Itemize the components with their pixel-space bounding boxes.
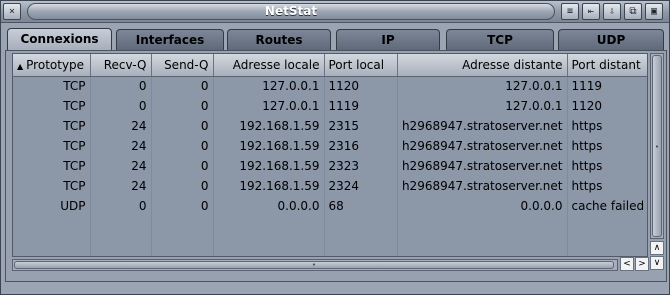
title-bar[interactable]: × NetStat ≡ ⇤ ⇩ ⧉ ▣ bbox=[1, 1, 669, 23]
cell-send-q: 0 bbox=[151, 116, 214, 136]
cell-remote-address: h2968947.stratoserver.net bbox=[397, 136, 568, 156]
tab-ip[interactable]: IP bbox=[336, 29, 440, 51]
column-header-remote-port[interactable]: Port distant bbox=[567, 54, 647, 77]
cell-remote-address: 127.0.0.1 bbox=[397, 96, 568, 116]
cell-prototype: TCP bbox=[13, 96, 91, 116]
table-row[interactable]: TCP 24 0 192.168.1.59 2323 h2968947.stra… bbox=[13, 156, 647, 176]
table-header: ▲ Prototype Recv-Q Send-Q Adresse locale … bbox=[13, 54, 647, 77]
depth-icon[interactable]: ▣ bbox=[645, 3, 663, 20]
back-icon[interactable]: ⇤ bbox=[582, 3, 600, 20]
table-row[interactable]: TCP 0 0 127.0.0.1 1119 127.0.0.1 1120 bbox=[13, 96, 647, 116]
cell-recv-q: 24 bbox=[90, 156, 152, 176]
cell-prototype: TCP bbox=[13, 156, 91, 176]
sort-ascending-icon: ▲ bbox=[17, 61, 24, 71]
cell-local-port: 1120 bbox=[324, 76, 398, 96]
cell-remote-port: https bbox=[567, 116, 647, 136]
cell-remote-address: 0.0.0.0 bbox=[397, 196, 568, 216]
cell-local-address: 192.168.1.59 bbox=[213, 176, 325, 196]
table-empty-area bbox=[13, 216, 647, 256]
cell-recv-q: 0 bbox=[90, 196, 152, 216]
iconify-icon[interactable]: ≡ bbox=[561, 3, 579, 20]
cell-local-address: 192.168.1.59 bbox=[213, 136, 325, 156]
cell-send-q: 0 bbox=[151, 196, 214, 216]
cell-local-port: 2315 bbox=[324, 116, 398, 136]
tab-connexions[interactable]: Connexions bbox=[7, 28, 112, 52]
cell-send-q: 0 bbox=[151, 156, 214, 176]
shade-icon[interactable]: ⇩ bbox=[603, 3, 621, 20]
cell-remote-port: 1119 bbox=[567, 76, 647, 96]
cell-local-address: 192.168.1.59 bbox=[213, 116, 325, 136]
cell-recv-q: 24 bbox=[90, 116, 152, 136]
tab-interfaces[interactable]: Interfaces bbox=[116, 29, 224, 51]
cell-local-port: 2316 bbox=[324, 136, 398, 156]
column-header-recv-q[interactable]: Recv-Q bbox=[90, 54, 152, 77]
tab-bar: Connexions Interfaces Routes IP TCP UDP bbox=[5, 28, 667, 52]
cell-local-port: 68 bbox=[324, 196, 398, 216]
zoom-icon[interactable]: ⧉ bbox=[624, 3, 642, 20]
connexions-panel: ▲ Prototype Recv-Q Send-Q Adresse locale … bbox=[5, 50, 667, 282]
cell-prototype: UDP bbox=[13, 196, 91, 216]
cell-remote-address: 127.0.0.1 bbox=[397, 76, 568, 96]
scroll-up-icon[interactable]: ∧ bbox=[650, 241, 664, 255]
cell-local-port: 1119 bbox=[324, 96, 398, 116]
cell-prototype: TCP bbox=[13, 136, 91, 156]
table-row[interactable]: TCP 24 0 192.168.1.59 2324 h2968947.stra… bbox=[13, 176, 647, 196]
column-header-remote-address[interactable]: Adresse distante bbox=[397, 54, 568, 77]
scroll-down-icon[interactable]: ∨ bbox=[650, 256, 664, 270]
tab-udp[interactable]: UDP bbox=[558, 29, 664, 51]
cell-prototype: TCP bbox=[13, 176, 91, 196]
cell-local-address: 127.0.0.1 bbox=[213, 96, 325, 116]
table-row[interactable]: UDP 0 0 0.0.0.0 68 0.0.0.0 cache failed bbox=[13, 196, 647, 216]
column-header-prototype[interactable]: ▲ Prototype bbox=[13, 54, 91, 77]
close-icon[interactable]: × bbox=[3, 3, 21, 20]
cell-send-q: 0 bbox=[151, 136, 214, 156]
table-row[interactable]: TCP 0 0 127.0.0.1 1120 127.0.0.1 1119 bbox=[13, 76, 647, 96]
cell-local-port: 2323 bbox=[324, 156, 398, 176]
cell-remote-port: https bbox=[567, 136, 647, 156]
connections-table[interactable]: ▲ Prototype Recv-Q Send-Q Adresse locale … bbox=[12, 53, 648, 257]
column-header-local-address[interactable]: Adresse locale bbox=[213, 54, 325, 77]
cell-send-q: 0 bbox=[151, 76, 214, 96]
cell-local-address: 127.0.0.1 bbox=[213, 76, 325, 96]
table-row[interactable]: TCP 24 0 192.168.1.59 2316 h2968947.stra… bbox=[13, 136, 647, 156]
cell-remote-port: https bbox=[567, 156, 647, 176]
window-title: NetStat bbox=[27, 3, 555, 20]
cell-remote-port: https bbox=[567, 176, 647, 196]
cell-recv-q: 0 bbox=[90, 76, 152, 96]
scroll-left-icon[interactable]: < bbox=[620, 257, 634, 271]
horizontal-scroll-thumb[interactable]: • bbox=[14, 261, 614, 269]
cell-send-q: 0 bbox=[151, 176, 214, 196]
cell-recv-q: 0 bbox=[90, 96, 152, 116]
column-label: Prototype bbox=[26, 57, 85, 72]
vertical-scroll-thumb[interactable]: • bbox=[652, 55, 662, 237]
cell-recv-q: 24 bbox=[90, 136, 152, 156]
cell-local-address: 192.168.1.59 bbox=[213, 156, 325, 176]
cell-recv-q: 24 bbox=[90, 176, 152, 196]
cell-send-q: 0 bbox=[151, 96, 214, 116]
cell-remote-address: h2968947.stratoserver.net bbox=[397, 176, 568, 196]
column-header-local-port[interactable]: Port local bbox=[324, 54, 398, 77]
horizontal-scrollbar[interactable]: • bbox=[12, 259, 618, 271]
netstat-window: × NetStat ≡ ⇤ ⇩ ⧉ ▣ Connexions Interface… bbox=[0, 0, 670, 295]
cell-remote-port: cache failed bbox=[567, 196, 647, 216]
table-row[interactable]: TCP 24 0 192.168.1.59 2315 h2968947.stra… bbox=[13, 116, 647, 136]
column-header-send-q[interactable]: Send-Q bbox=[151, 54, 214, 77]
cell-remote-address: h2968947.stratoserver.net bbox=[397, 116, 568, 136]
cell-local-address: 0.0.0.0 bbox=[213, 196, 325, 216]
cell-prototype: TCP bbox=[13, 76, 91, 96]
tab-routes[interactable]: Routes bbox=[227, 29, 331, 51]
scroll-right-icon[interactable]: > bbox=[635, 257, 649, 271]
cell-prototype: TCP bbox=[13, 116, 91, 136]
tab-tcp[interactable]: TCP bbox=[446, 29, 554, 51]
vertical-scrollbar[interactable]: • bbox=[650, 53, 664, 239]
cell-remote-address: h2968947.stratoserver.net bbox=[397, 156, 568, 176]
cell-remote-port: 1120 bbox=[567, 96, 647, 116]
cell-local-port: 2324 bbox=[324, 176, 398, 196]
